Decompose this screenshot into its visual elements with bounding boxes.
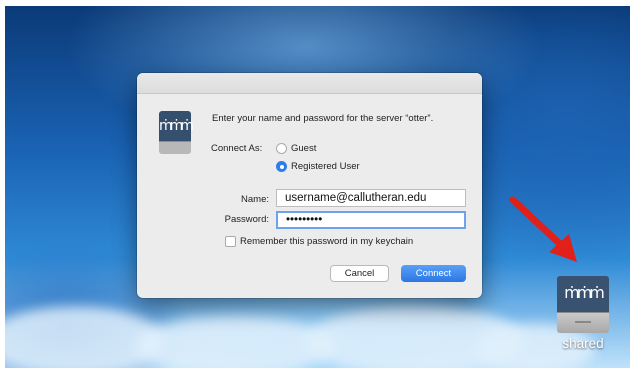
connect-button[interactable]: Connect (401, 265, 466, 282)
connect-dialog: ṁṁṁ Enter your name and password for the… (137, 73, 482, 298)
password-label: Password: (224, 214, 269, 225)
drive-label[interactable]: shared (548, 336, 618, 351)
remember-checkbox[interactable] (225, 236, 236, 247)
network-drive-icon[interactable]: ṁṁṁ (557, 276, 609, 333)
connect-as-label: Connect As: (211, 143, 263, 154)
name-label: Name: (241, 194, 269, 205)
remember-label[interactable]: Remember this password in my keychain (240, 236, 413, 247)
network-server-icon: ṁṁṁ (159, 111, 194, 154)
red-arrow-icon (509, 196, 577, 262)
registered-user-radio[interactable] (276, 161, 287, 172)
registered-user-label[interactable]: Registered User (291, 161, 360, 172)
guest-label[interactable]: Guest (291, 143, 316, 154)
guest-radio[interactable] (276, 143, 287, 154)
password-field[interactable]: ••••••••• (276, 211, 466, 229)
name-field[interactable]: username@callutheran.edu (276, 189, 466, 207)
cancel-button[interactable]: Cancel (330, 265, 389, 282)
dialog-title-bar (137, 73, 482, 94)
dialog-prompt: Enter your name and password for the ser… (212, 113, 434, 124)
